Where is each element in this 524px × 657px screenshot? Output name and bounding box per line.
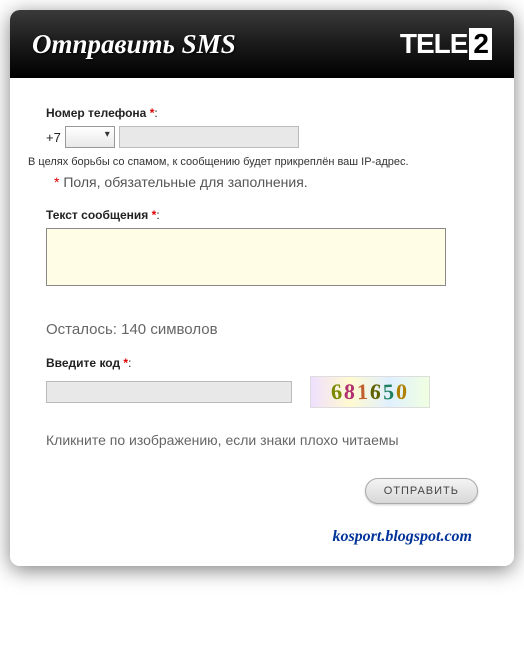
tele2-logo: TELE2: [400, 28, 492, 60]
spam-notice: В целях борьбы со спамом, к сообщению бу…: [28, 156, 478, 168]
submit-button[interactable]: ОТПРАВИТЬ: [365, 478, 478, 504]
phone-label: Номер телефона *:: [46, 106, 478, 120]
required-fields-notice: * Поля, обязательные для заполнения.: [54, 174, 478, 190]
phone-prefix: +7: [46, 130, 61, 145]
message-label: Текст сообщения *:: [46, 208, 478, 222]
page-title: Отправить SMS: [32, 29, 236, 60]
sms-form-card: Отправить SMS TELE2 Номер телефона *: +7…: [10, 10, 514, 566]
captcha-image[interactable]: 6 8 1 6 5 0: [310, 376, 430, 408]
watermark: kosport.blogspot.com: [46, 528, 478, 546]
captcha-label: Введите код *:: [46, 356, 478, 370]
chars-remaining: Осталось: 140 символов: [46, 321, 478, 338]
captcha-hint: Кликните по изображению, если знаки плох…: [46, 432, 478, 448]
header: Отправить SMS TELE2: [10, 10, 514, 78]
message-textarea[interactable]: [46, 228, 446, 286]
phone-code-select[interactable]: [65, 126, 115, 148]
captcha-input[interactable]: [46, 381, 292, 403]
form-content: Номер телефона *: +7 В целях борьбы со с…: [10, 78, 514, 566]
phone-number-input[interactable]: [119, 126, 299, 148]
